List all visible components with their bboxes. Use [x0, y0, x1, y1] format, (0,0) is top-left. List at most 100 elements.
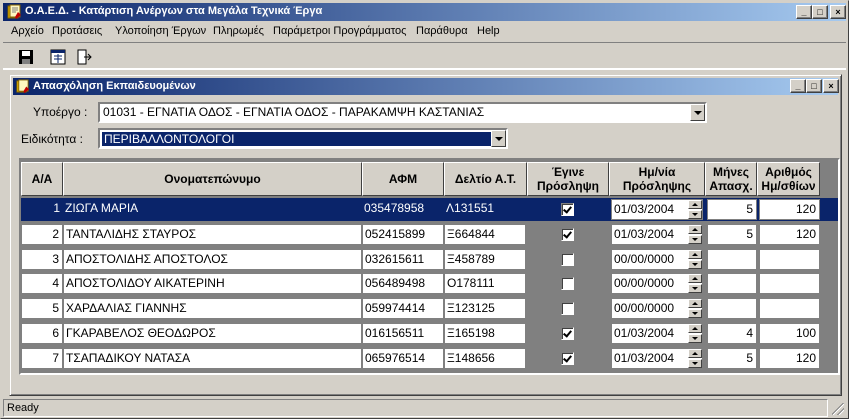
header-days[interactable]: Αριθμός Ημ/σθίων: [757, 162, 820, 196]
months-cell[interactable]: 4: [707, 323, 757, 344]
date-spinner-icon[interactable]: [688, 324, 702, 343]
header-name[interactable]: Ονοματεπώνυμο: [63, 162, 362, 196]
hire-date-field[interactable]: 01/03/2004: [611, 199, 703, 220]
id-card-cell[interactable]: Ξ664844: [444, 224, 526, 245]
chevron-down-icon[interactable]: [690, 104, 705, 121]
menu-project-implementation[interactable]: Υλοποίηση Έργων: [115, 25, 206, 37]
spin-up-icon[interactable]: [688, 274, 702, 283]
name-cell[interactable]: ΖΙΩΓΑ ΜΑΡΙΑ: [63, 199, 362, 220]
hire-date-field[interactable]: 01/03/2004: [611, 224, 703, 245]
id-card-cell[interactable]: Ξ148656: [444, 348, 526, 369]
header-hire-date[interactable]: Ημ/νία Πρόσληψης: [609, 162, 705, 196]
name-cell[interactable]: ΧΑΡΔΑΛΙΑΣ ΓΙΑΝΝΗΣ: [63, 298, 362, 319]
header-aa[interactable]: Α/Α: [21, 162, 63, 196]
hired-checkbox[interactable]: [561, 302, 574, 315]
row-number-cell[interactable]: 1: [21, 199, 63, 220]
afm-cell[interactable]: 059974414: [362, 298, 444, 319]
row-number-cell[interactable]: 3: [21, 249, 63, 270]
title-bar[interactable]: Ο.Α.Ε.Δ. - Κατάρτιση Ανέργων στα Μεγάλα …: [3, 3, 846, 21]
id-card-cell[interactable]: Ξ123125: [444, 298, 526, 319]
hire-date-field[interactable]: 00/00/0000: [611, 249, 703, 270]
date-spinner-icon[interactable]: [688, 274, 702, 293]
date-spinner-icon[interactable]: [688, 225, 702, 244]
days-cell[interactable]: 100: [759, 323, 820, 344]
afm-cell[interactable]: 065976514: [362, 348, 444, 369]
header-afm[interactable]: ΑΦΜ: [362, 162, 444, 196]
minimize-button[interactable]: _: [796, 5, 812, 19]
child-close-button[interactable]: ×: [823, 79, 839, 93]
resize-grip-icon[interactable]: [832, 403, 844, 415]
name-cell[interactable]: ΓΚΑΡΑΒΕΛΟΣ ΘΕΟΔΩΡΟΣ: [63, 323, 362, 344]
chevron-down-icon[interactable]: [491, 130, 506, 147]
hire-date-field[interactable]: 01/03/2004: [611, 323, 703, 344]
afm-cell[interactable]: 056489498: [362, 273, 444, 294]
months-cell[interactable]: 5: [707, 348, 757, 369]
afm-cell[interactable]: 016156511: [362, 323, 444, 344]
row-number-cell[interactable]: 6: [21, 323, 63, 344]
days-cell[interactable]: [759, 273, 820, 294]
table-row[interactable]: 2 ΤΑΝΤΑΛΙΔΗΣ ΣΤΑΥΡΟΣ 052415899 Ξ664844 01/03…: [21, 223, 838, 246]
days-cell[interactable]: [759, 298, 820, 319]
months-cell[interactable]: [707, 249, 757, 270]
id-card-cell[interactable]: Ξ458789: [444, 249, 526, 270]
months-cell[interactable]: 5: [707, 199, 757, 220]
spin-up-icon[interactable]: [688, 324, 702, 333]
hire-date-field[interactable]: 00/00/0000: [611, 298, 703, 319]
spin-down-icon[interactable]: [688, 235, 702, 244]
window-button[interactable]: [47, 46, 69, 68]
table-row[interactable]: 1 ΖΙΩΓΑ ΜΑΡΙΑ 035478958 Λ131551 01/03/2004 5 1…: [21, 198, 838, 221]
name-cell[interactable]: ΑΠΟΣΤΟΛΙΔΗΣ ΑΠΟΣΤΟΛΟΣ: [63, 249, 362, 270]
hired-checkbox[interactable]: [561, 228, 574, 241]
menu-windows[interactable]: Παράθυρα: [416, 25, 468, 37]
close-button[interactable]: ×: [830, 5, 846, 19]
save-button[interactable]: [15, 46, 37, 68]
spin-down-icon[interactable]: [688, 260, 702, 269]
table-row[interactable]: 4 ΑΠΟΣΤΟΛΙΔΟΥ ΑΙΚΑΤΕΡΙΝΗ 056489498 Ο178111 0…: [21, 272, 838, 295]
id-card-cell[interactable]: Ξ165198: [444, 323, 526, 344]
name-cell[interactable]: ΤΑΝΤΑΛΙΔΗΣ ΣΤΑΥΡΟΣ: [63, 224, 362, 245]
child-minimize-button[interactable]: _: [790, 79, 806, 93]
date-spinner-icon[interactable]: [688, 250, 702, 269]
days-cell[interactable]: 120: [759, 199, 820, 220]
name-cell[interactable]: ΑΠΟΣΤΟΛΙΔΟΥ ΑΙΚΑΤΕΡΙΝΗ: [63, 273, 362, 294]
header-hired[interactable]: Έγινε Πρόσληψη: [527, 162, 609, 196]
menu-file[interactable]: Αρχείο: [11, 25, 44, 37]
spin-down-icon[interactable]: [688, 334, 702, 343]
header-id-card[interactable]: Δελτίο Α.Τ.: [444, 162, 527, 196]
months-cell[interactable]: 5: [707, 224, 757, 245]
spin-up-icon[interactable]: [688, 225, 702, 234]
hire-date-field[interactable]: 00/00/0000: [611, 273, 703, 294]
header-months[interactable]: Μήνες Απασχ.: [705, 162, 757, 196]
spin-down-icon[interactable]: [688, 210, 702, 219]
name-cell[interactable]: ΤΣΑΠΑΔΙΚΟΥ ΝΑΤΑΣΑ: [63, 348, 362, 369]
child-title-bar[interactable]: Απασχόληση Εκπαιδευομένων _ □ ×: [13, 78, 839, 95]
spin-down-icon[interactable]: [688, 284, 702, 293]
id-card-cell[interactable]: Λ131551: [444, 199, 526, 220]
spin-down-icon[interactable]: [688, 359, 702, 368]
subproject-combo[interactable]: 01031 - ΕΓΝΑΤΙΑ ΟΔΟΣ - ΕΓΝΑΤΙΑ ΟΔΟΣ - ΠΑ…: [98, 102, 707, 123]
menu-program-parameters[interactable]: Παράμετροι Προγράμματος: [273, 25, 406, 37]
hired-checkbox[interactable]: [561, 277, 574, 290]
table-row[interactable]: 3 ΑΠΟΣΤΟΛΙΔΗΣ ΑΠΟΣΤΟΛΟΣ 032615611 Ξ458789 00…: [21, 248, 838, 271]
spin-up-icon[interactable]: [688, 250, 702, 259]
id-card-cell[interactable]: Ο178111: [444, 273, 526, 294]
menu-help[interactable]: Help: [477, 25, 500, 37]
days-cell[interactable]: 120: [759, 348, 820, 369]
table-row[interactable]: 5 ΧΑΡΔΑΛΙΑΣ ΓΙΑΝΝΗΣ 059974414 Ξ123125 00/00/…: [21, 297, 838, 320]
hired-checkbox[interactable]: [561, 203, 574, 216]
days-cell[interactable]: [759, 249, 820, 270]
spin-up-icon[interactable]: [688, 299, 702, 308]
table-row[interactable]: 7 ΤΣΑΠΑΔΙΚΟΥ ΝΑΤΑΣΑ 065976514 Ξ148656 01/03/…: [21, 347, 838, 370]
row-number-cell[interactable]: 5: [21, 298, 63, 319]
row-number-cell[interactable]: 7: [21, 348, 63, 369]
spin-down-icon[interactable]: [688, 309, 702, 318]
hired-checkbox[interactable]: [561, 253, 574, 266]
hire-date-field[interactable]: 01/03/2004: [611, 348, 703, 369]
table-row[interactable]: 6 ΓΚΑΡΑΒΕΛΟΣ ΘΕΟΔΩΡΟΣ 016156511 Ξ165198 01/0…: [21, 322, 838, 345]
afm-cell[interactable]: 035478958: [362, 199, 444, 220]
spin-up-icon[interactable]: [688, 200, 702, 209]
hired-checkbox[interactable]: [561, 352, 574, 365]
child-maximize-button[interactable]: □: [806, 79, 822, 93]
hired-checkbox[interactable]: [561, 327, 574, 340]
date-spinner-icon[interactable]: [688, 299, 702, 318]
